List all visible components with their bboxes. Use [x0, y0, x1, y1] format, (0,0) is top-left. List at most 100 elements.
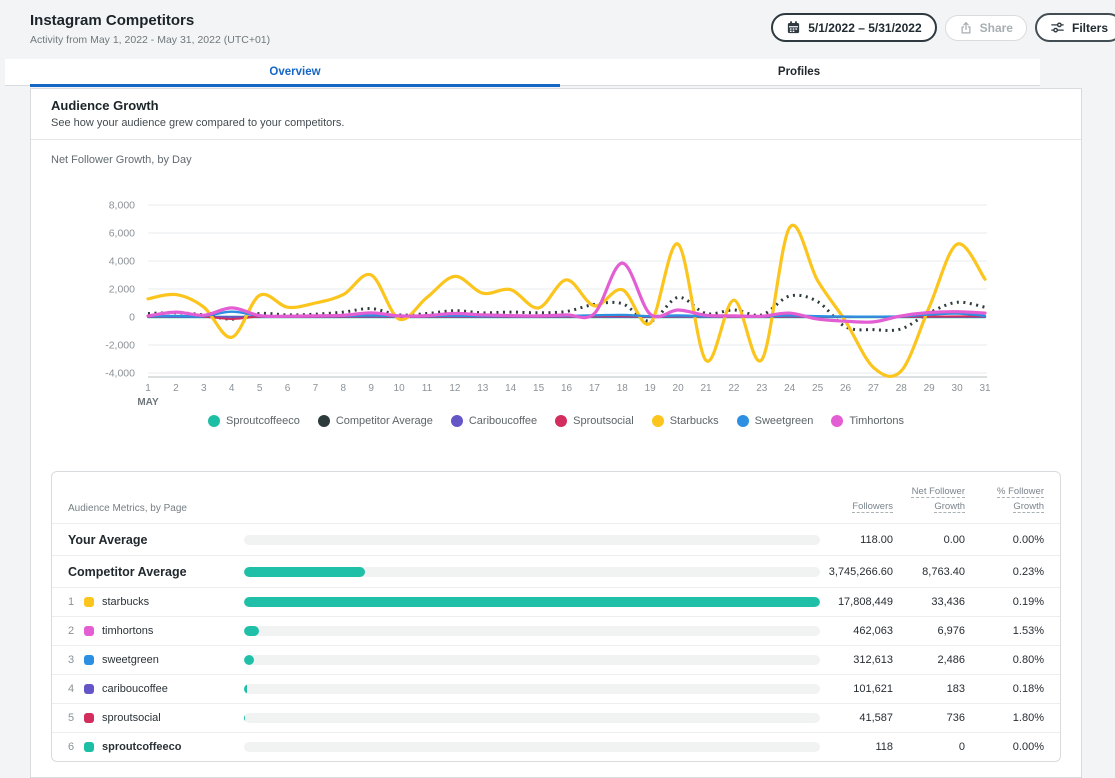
- x-tick-label: 5: [257, 383, 263, 394]
- pct-growth-value: 0.80%: [965, 654, 1044, 666]
- row-your-average[interactable]: Your Average118.000.000.00%: [52, 523, 1060, 555]
- audience-growth-header: Audience Growth See how your audience gr…: [31, 89, 1081, 140]
- x-tick-label: 8: [341, 383, 347, 394]
- follower-bar-fill: [244, 713, 245, 723]
- report-header: Instagram Competitors Activity from May …: [0, 0, 1115, 59]
- follower-bar-track: [244, 742, 820, 752]
- series-line-starbucks: [148, 225, 985, 376]
- followers-value: 101,621: [820, 683, 893, 695]
- legend-dot: [652, 415, 664, 427]
- legend-item-cariboucoffee[interactable]: Cariboucoffee: [451, 415, 537, 427]
- table-row-sproutcoffeeco[interactable]: 6sproutcoffeeco11800.00%: [52, 732, 1060, 761]
- filters-button[interactable]: Filters: [1035, 13, 1115, 42]
- x-tick-label: 6: [285, 383, 291, 394]
- tab-profiles[interactable]: Profiles: [560, 59, 1038, 85]
- followers-value: 312,613: [820, 654, 893, 666]
- y-tick-label: 2,000: [109, 284, 135, 296]
- x-tick-label: 23: [756, 383, 768, 394]
- date-range-button[interactable]: 5/1/2022 – 5/31/2022: [771, 13, 936, 42]
- section-subtitle: See how your audience grew compared to y…: [51, 117, 1061, 129]
- profile-name: sweetgreen: [102, 654, 159, 666]
- profile-cell: 3 sweetgreen: [68, 654, 244, 666]
- x-tick-label: 10: [394, 383, 406, 394]
- x-tick-label: 13: [477, 383, 489, 394]
- follower-bar-track: [244, 535, 820, 545]
- legend-item-starbucks[interactable]: Starbucks: [652, 415, 719, 427]
- profile-name: sproutcoffeeco: [102, 741, 181, 753]
- rank-number: 3: [68, 654, 76, 666]
- profile-color-swatch: [84, 597, 94, 607]
- tab-overview[interactable]: Overview: [30, 59, 560, 85]
- net-growth-value: 2,486: [893, 654, 965, 666]
- profile-cell: 2timhortons: [68, 625, 244, 637]
- profile-name: starbucks: [102, 596, 149, 608]
- legend-label: Competitor Average: [336, 415, 433, 427]
- page-subtitle: Activity from May 1, 2022 - May 31, 2022…: [30, 34, 270, 46]
- pct-growth-value: 1.53%: [965, 625, 1044, 637]
- table-row-sweetgreen[interactable]: 3 sweetgreen 312,6132,4860.80%: [52, 645, 1060, 674]
- legend-item-competitor-average[interactable]: Competitor Average: [318, 415, 433, 427]
- x-tick-label: 12: [449, 383, 461, 394]
- follower-bar-fill: [244, 567, 365, 577]
- followers-value: 17,808,449: [820, 596, 893, 608]
- legend-item-sproutsocial[interactable]: Sproutsocial: [555, 415, 634, 427]
- table-row-starbucks[interactable]: 1starbucks17,808,44933,4360.19%: [52, 587, 1060, 616]
- table-row-timhortons[interactable]: 2timhortons462,0636,9761.53%: [52, 616, 1060, 645]
- profile-cell: 5sproutsocial: [68, 712, 244, 724]
- x-tick-label: 24: [784, 383, 796, 394]
- chart-title: Net Follower Growth, by Day: [31, 140, 1081, 166]
- follower-bar-track: [244, 655, 820, 665]
- filters-icon: [1050, 20, 1065, 35]
- net-growth-value: 0.00: [893, 534, 965, 546]
- follower-bar-fill: [244, 626, 259, 636]
- follower-bar-track: [244, 567, 820, 577]
- share-button[interactable]: Share: [945, 15, 1027, 41]
- legend-item-timhortons[interactable]: Timhortons: [831, 415, 904, 427]
- profile-cell: 6sproutcoffeeco: [68, 741, 244, 753]
- y-tick-label: 0: [129, 312, 135, 324]
- legend-dot: [318, 415, 330, 427]
- followers-value: 41,587: [820, 712, 893, 724]
- legend-label: Timhortons: [849, 415, 904, 427]
- x-axis-month-label: MAY: [137, 397, 159, 408]
- legend-item-sproutcoffeeco[interactable]: Sproutcoffeeco: [208, 415, 300, 427]
- filters-label: Filters: [1072, 21, 1108, 35]
- column-header-pct-follower-growth[interactable]: % Follower Growth: [965, 484, 1044, 514]
- date-range-label: 5/1/2022 – 5/31/2022: [808, 21, 921, 35]
- y-tick-label: -2,000: [105, 340, 135, 352]
- pct-growth-value: 0.00%: [965, 534, 1044, 546]
- table-title: Audience Metrics, by Page: [68, 503, 244, 514]
- legend-label: Sweetgreen: [755, 415, 814, 427]
- row-competitor-average[interactable]: Competitor Average3,745,266.608,763.400.…: [52, 555, 1060, 587]
- header-controls: 5/1/2022 – 5/31/2022 Share Filters: [771, 13, 1115, 42]
- column-header-net-follower-growth[interactable]: Net Follower Growth: [893, 484, 965, 514]
- x-tick-label: 30: [952, 383, 964, 394]
- x-tick-label: 19: [645, 383, 657, 394]
- x-tick-label: 28: [896, 383, 908, 394]
- table-row-sproutsocial[interactable]: 5sproutsocial41,5877361.80%: [52, 703, 1060, 732]
- page-title: Instagram Competitors: [30, 12, 270, 29]
- x-tick-label: 18: [617, 383, 629, 394]
- profile-name: timhortons: [102, 625, 153, 637]
- pct-growth-value: 0.00%: [965, 741, 1044, 753]
- legend-label: Starbucks: [670, 415, 719, 427]
- table-row-cariboucoffee[interactable]: 4cariboucoffee101,6211830.18%: [52, 674, 1060, 703]
- series-line-timhortons: [148, 263, 985, 322]
- row-label: Competitor Average: [68, 565, 244, 579]
- share-label: Share: [980, 21, 1013, 35]
- column-header-followers[interactable]: Followers: [820, 499, 893, 514]
- y-tick-label: 6,000: [109, 228, 135, 240]
- share-icon: [959, 21, 973, 35]
- follower-bar-track: [244, 597, 820, 607]
- legend-item-sweetgreen[interactable]: Sweetgreen: [737, 415, 814, 427]
- profile-color-swatch: [84, 626, 94, 636]
- active-tab-underline: [30, 84, 560, 87]
- report-title-block: Instagram Competitors Activity from May …: [30, 10, 270, 46]
- followers-value: 3,745,266.60: [820, 566, 893, 578]
- overview-panel: Audience Growth See how your audience gr…: [30, 88, 1082, 778]
- follower-bar-fill: [244, 597, 820, 607]
- followers-value: 118.00: [820, 534, 893, 546]
- pct-growth-value: 0.18%: [965, 683, 1044, 695]
- net-follower-growth-chart: 8,0006,0004,0002,0000-2,000-4,0001234567…: [65, 173, 995, 413]
- x-tick-label: 16: [561, 383, 573, 394]
